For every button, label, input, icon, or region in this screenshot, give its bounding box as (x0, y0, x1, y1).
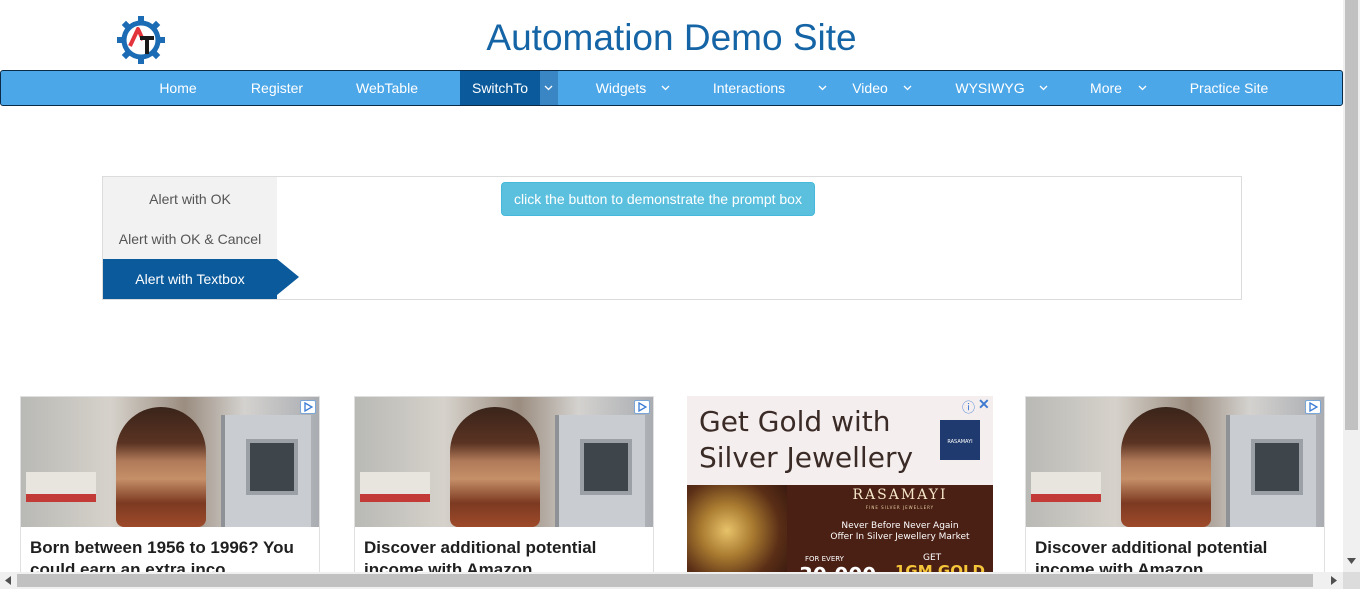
ad-image[interactable] (1026, 397, 1324, 527)
scroll-right-icon[interactable] (1331, 576, 1337, 585)
brand-logo: RASAMAYI (940, 420, 980, 460)
for-every-label: FOR EVERY (805, 555, 844, 563)
ad-close-icon[interactable]: ✕ (978, 396, 990, 413)
alerts-panel: Alert with OK Alert with OK & Cancel Ale… (102, 176, 1242, 300)
ad-card-gold[interactable]: Get Gold with Silver Jewellery ⓘ ✕ RASAM… (687, 396, 993, 576)
offer-text: Never Before Never Again Offer In Silver… (830, 521, 970, 542)
vertical-scrollbar[interactable] (1343, 0, 1360, 572)
nav-webtable[interactable]: WebTable (341, 71, 433, 105)
nav-register[interactable]: Register (233, 71, 321, 105)
chevron-down-icon (818, 85, 827, 91)
ad-headline[interactable]: Discover additional potential income wit… (1035, 537, 1320, 575)
ad-banner[interactable]: RASAMAYI FINE SILVER JEWELLERY Never Bef… (687, 485, 993, 576)
prompt-box-button[interactable]: click the button to demonstrate the prom… (501, 182, 815, 216)
alert-tabs: Alert with OK Alert with OK & Cancel Ale… (103, 177, 277, 299)
nav-more[interactable]: More (1081, 71, 1131, 105)
ad-choices-icon[interactable] (1305, 400, 1321, 414)
brand-name: RASAMAYI (852, 487, 948, 503)
ad-image[interactable] (355, 397, 653, 527)
ad-headline[interactable]: Discover additional potential income wit… (364, 537, 649, 575)
jewellery-image (687, 485, 787, 576)
tab-alert-textbox[interactable]: Alert with Textbox (103, 259, 277, 299)
scrollbar-thumb[interactable] (1345, 0, 1358, 430)
nav-wysiwyg-caret[interactable] (1035, 71, 1053, 105)
nav-practice-site[interactable]: Practice Site (1177, 71, 1281, 105)
ad-info-icon[interactable]: ⓘ (962, 397, 975, 416)
site-title: Automation Demo Site (486, 17, 857, 58)
chevron-down-icon (1138, 85, 1147, 91)
ad-card[interactable]: Discover additional potential income wit… (354, 396, 654, 576)
nav-video[interactable]: Video (841, 71, 899, 105)
horizontal-scrollbar[interactable] (0, 572, 1343, 589)
ad-choices-icon[interactable] (300, 400, 316, 414)
chevron-down-icon (1039, 85, 1048, 91)
ad-headline[interactable]: Born between 1956 to 1996? You could ear… (30, 537, 315, 575)
ad-image[interactable] (21, 397, 319, 527)
scrollbar-thumb[interactable] (17, 574, 1313, 587)
ad-card[interactable]: Discover additional potential income wit… (1025, 396, 1325, 576)
nav-widgets-caret[interactable] (657, 71, 675, 105)
tab-alert-ok-cancel[interactable]: Alert with OK & Cancel (103, 219, 277, 259)
nav-interactions[interactable]: Interactions (701, 71, 797, 105)
ad-card[interactable]: Born between 1956 to 1996? You could ear… (20, 396, 320, 576)
nav-home[interactable]: Home (141, 71, 215, 105)
nav-widgets[interactable]: Widgets (581, 71, 661, 105)
main-navbar: Home Register WebTable SwitchTo Widgets … (0, 70, 1343, 106)
ad-choices-icon[interactable] (634, 400, 650, 414)
nav-switchto-caret[interactable] (540, 71, 558, 105)
nav-video-caret[interactable] (899, 71, 917, 105)
scroll-left-icon[interactable] (5, 576, 11, 585)
brand-subtitle: FINE SILVER JEWELLERY (865, 505, 935, 510)
tab-alert-ok[interactable]: Alert with OK (103, 179, 277, 219)
nav-switchto[interactable]: SwitchTo (460, 71, 540, 105)
active-tab-pointer (277, 259, 299, 295)
nav-more-caret[interactable] (1134, 71, 1152, 105)
chevron-down-icon (661, 85, 670, 91)
scroll-down-icon[interactable] (1347, 558, 1356, 564)
chevron-down-icon (903, 85, 912, 91)
nav-wysiwyg[interactable]: WYSIWYG (943, 71, 1037, 105)
nav-interactions-caret[interactable] (814, 71, 832, 105)
ad-headline[interactable]: Get Gold with Silver Jewellery (699, 404, 929, 476)
chevron-down-icon (544, 85, 553, 91)
scrollbar-corner (1343, 572, 1360, 589)
